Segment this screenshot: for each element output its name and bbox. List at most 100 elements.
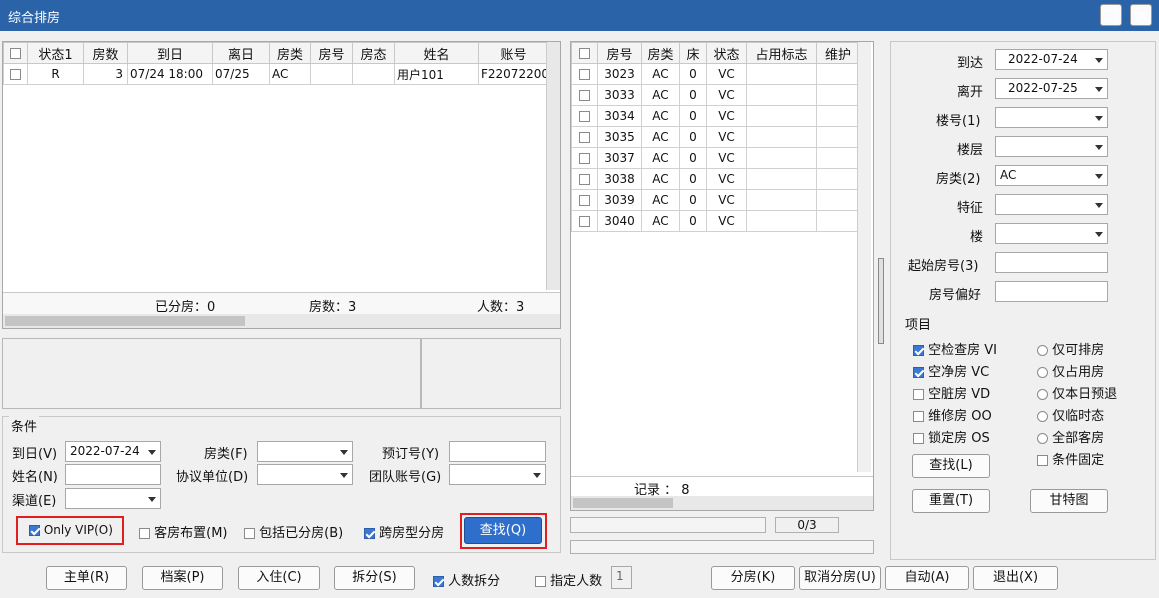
leave-date-combo-r[interactable]: 2022-07-25	[995, 78, 1108, 99]
cell-room-no: 3033	[597, 84, 642, 106]
specify-persons-input[interactable]: 1	[611, 566, 632, 589]
room-type-combo[interactable]	[257, 441, 353, 462]
cell-maint	[816, 105, 860, 127]
cell-occupied	[746, 84, 817, 106]
search-button[interactable]: 查找(Q)	[464, 517, 542, 544]
cond-fixed-checkbox[interactable]: 条件固定	[1037, 449, 1104, 468]
room-row[interactable]: 3037 AC 0 VC	[571, 147, 860, 169]
row-checkbox[interactable]	[571, 168, 598, 190]
horizontal-scrollbar[interactable]	[3, 314, 560, 328]
checkin-button[interactable]: 入住(C)	[238, 566, 320, 590]
only-vip-checkbox[interactable]: Only VIP(O)	[29, 523, 113, 537]
col-header[interactable]: 离日	[212, 42, 270, 64]
cell-maint	[816, 63, 860, 85]
room-grid[interactable]: 房号 房类 床 状态 占用标志 维护 3023 AC 0 VC 3033 AC 0 VC 303…	[570, 41, 874, 511]
col-header[interactable]: 状态1	[27, 42, 84, 64]
room-select-all-checkbox[interactable]	[571, 42, 598, 64]
main-order-button[interactable]: 主单(R)	[46, 566, 127, 590]
exit-button[interactable]: 退出(X)	[973, 566, 1058, 590]
include-assigned-checkbox[interactable]: 包括已分房(B)	[244, 522, 343, 541]
feature-combo[interactable]	[995, 194, 1108, 215]
maximize-icon[interactable]: ☐	[1100, 4, 1122, 26]
radio-occupied[interactable]: 仅占用房	[1037, 361, 1104, 380]
vertical-scrollbar[interactable]	[546, 42, 560, 290]
booking-grid[interactable]: 状态1 房数 到日 离日 房类 房号 房态 姓名 账号 R 3 07/24 18…	[2, 41, 561, 329]
reset-button[interactable]: 重置(T)	[912, 489, 990, 513]
splitter-handle[interactable]	[878, 258, 884, 344]
row-checkbox[interactable]	[571, 105, 598, 127]
select-all-checkbox[interactable]	[3, 42, 28, 64]
radio-assignable[interactable]: 仅可排房	[1037, 339, 1104, 358]
progress-bar	[570, 517, 766, 533]
row-checkbox[interactable]	[571, 189, 598, 211]
radio-today-checkout[interactable]: 仅本日预退	[1037, 383, 1117, 402]
room-row[interactable]: 3039 AC 0 VC	[571, 189, 860, 211]
split-button[interactable]: 拆分(S)	[334, 566, 415, 590]
col-header[interactable]: 账号	[478, 42, 549, 64]
profile-button[interactable]: 档案(P)	[142, 566, 223, 590]
grid-footer: 已分房：0 房数：3 人数：3	[3, 292, 560, 315]
agreement-combo[interactable]	[257, 464, 353, 485]
col-header[interactable]: 房号	[310, 42, 353, 64]
pref-input[interactable]	[995, 281, 1108, 302]
tower-combo[interactable]	[995, 223, 1108, 244]
room-row[interactable]: 3038 AC 0 VC	[571, 168, 860, 190]
row-checkbox[interactable]	[571, 147, 598, 169]
cancel-assign-button[interactable]: 取消分房(U)	[799, 566, 881, 590]
cell-occupied	[746, 189, 817, 211]
row-checkbox[interactable]	[571, 63, 598, 85]
assign-room-button[interactable]: 分房(K)	[711, 566, 795, 590]
row-checkbox[interactable]	[571, 84, 598, 106]
check-os[interactable]: 锁定房 OS	[913, 427, 990, 446]
col-header[interactable]: 房数	[83, 42, 128, 64]
col-header[interactable]: 到日	[127, 42, 213, 64]
check-oo[interactable]: 维修房 OO	[913, 405, 992, 424]
arrive-date-combo[interactable]: 2022-07-24	[65, 441, 161, 462]
room-row[interactable]: 3023 AC 0 VC	[571, 63, 860, 85]
radio-all-rooms[interactable]: 全部客房	[1037, 427, 1104, 446]
room-col-header[interactable]: 维护	[816, 42, 860, 64]
room-row[interactable]: 3035 AC 0 VC	[571, 126, 860, 148]
start-room-input[interactable]	[995, 252, 1108, 273]
room-row[interactable]: 3033 AC 0 VC	[571, 84, 860, 106]
room-row[interactable]: 3040 AC 0 VC	[571, 210, 860, 232]
room-search-button[interactable]: 查找(L)	[912, 454, 990, 478]
auto-button[interactable]: 自动(A)	[885, 566, 969, 590]
col-header[interactable]: 姓名	[394, 42, 479, 64]
close-icon[interactable]: ✕	[1130, 4, 1152, 26]
room-col-header[interactable]: 占用标志	[746, 42, 817, 64]
building-combo[interactable]	[995, 107, 1108, 128]
room-type-combo-r[interactable]: AC	[995, 165, 1108, 186]
arrive-date-combo-r[interactable]: 2022-07-24	[995, 49, 1108, 70]
room-horizontal-scrollbar[interactable]	[571, 496, 873, 510]
info-panel-right	[421, 338, 561, 409]
col-header[interactable]: 房态	[352, 42, 395, 64]
radio-temporary[interactable]: 仅临时态	[1037, 405, 1104, 424]
room-col-header[interactable]: 状态	[706, 42, 747, 64]
row-checkbox[interactable]	[3, 63, 28, 85]
row-checkbox[interactable]	[571, 126, 598, 148]
specify-persons-checkbox[interactable]: 指定人数	[535, 570, 602, 589]
room-type-label: 房类(F)	[204, 447, 248, 462]
cross-type-checkbox[interactable]: 跨房型分房	[364, 522, 444, 541]
col-header[interactable]: 房类	[269, 42, 311, 64]
gantt-button[interactable]: 甘特图	[1030, 489, 1108, 513]
name-input[interactable]	[65, 464, 161, 485]
check-vc[interactable]: 空净房 VC	[913, 361, 989, 380]
row-checkbox[interactable]	[571, 210, 598, 232]
check-vi[interactable]: 空检查房 VI	[913, 339, 997, 358]
channel-combo[interactable]	[65, 488, 161, 509]
room-vertical-scrollbar[interactable]	[857, 42, 871, 472]
room-layout-checkbox[interactable]: 客房布置(M)	[139, 522, 228, 541]
room-col-header[interactable]: 房类	[641, 42, 680, 64]
person-split-checkbox[interactable]: 人数拆分	[433, 570, 500, 589]
room-col-header[interactable]: 床	[679, 42, 707, 64]
check-vd[interactable]: 空脏房 VD	[913, 383, 990, 402]
floor-combo[interactable]	[995, 136, 1108, 157]
team-account-combo[interactable]	[449, 464, 546, 485]
room-col-header[interactable]: 房号	[597, 42, 642, 64]
booking-no-input[interactable]	[449, 441, 546, 462]
table-row[interactable]: R 3 07/24 18:00 07/25 AC 用户101 F22072200…	[3, 63, 549, 85]
cell-room-type: AC	[641, 147, 680, 169]
room-row[interactable]: 3034 AC 0 VC	[571, 105, 860, 127]
